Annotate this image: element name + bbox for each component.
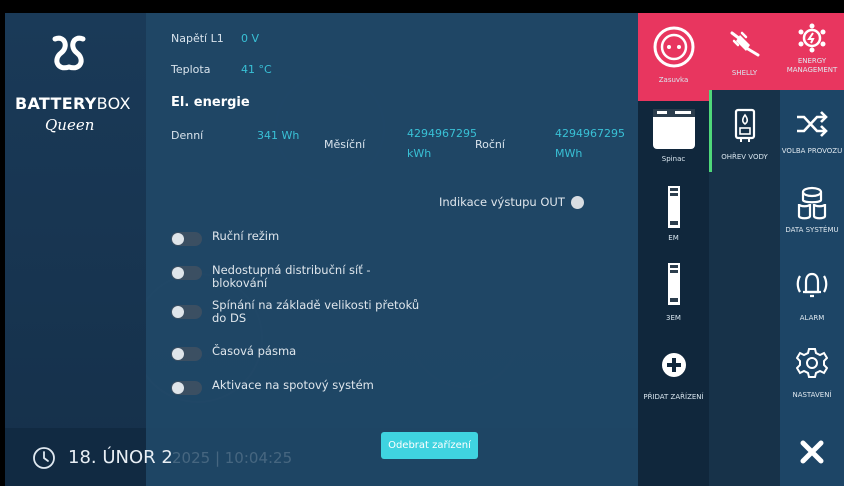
time-text: 2025 | 10:04:25	[172, 449, 293, 467]
batterybox-logo-icon	[52, 35, 86, 71]
device-category-column: SHELLY OHŘEV VODY	[709, 13, 780, 486]
menu-system-data[interactable]: DATA SYSTÉMU	[780, 186, 844, 235]
brand-name: BATTERYBOX	[15, 94, 131, 113]
daily-energy-value: 341 Wh	[257, 129, 300, 142]
plug-icon	[730, 31, 759, 57]
remove-device-button[interactable]: Odebrat zařízení	[381, 432, 478, 459]
toggle-label: Ruční režim	[212, 229, 280, 243]
voltage-label: Napětí L1	[171, 32, 224, 45]
device-tile-em[interactable]: EM	[638, 185, 709, 243]
din-meter-icon	[667, 186, 680, 228]
temperature-label: Teplota	[171, 63, 211, 76]
device-column: Zasuvka Spinac EM 3EM PŘIDAT ZAŘÍZENÍ	[638, 13, 709, 486]
spot-system-toggle[interactable]	[171, 381, 202, 395]
menu-alarm[interactable]: ALARM	[780, 268, 844, 323]
voltage-value: 0 V	[241, 32, 260, 45]
daily-energy-label: Denní	[171, 129, 204, 142]
device-tile-3em[interactable]: 3EM	[638, 262, 709, 323]
device-label: Zasuvka	[658, 76, 689, 84]
yearly-energy-unit: MWh	[555, 147, 583, 160]
time-zones-toggle[interactable]	[171, 347, 202, 361]
category-label: SHELLY	[731, 69, 758, 77]
yearly-energy-value: 4294967295	[555, 127, 625, 140]
out-indicator: Indikace výstupu OUT	[439, 195, 584, 209]
menu-label: DATA SYSTÉMU	[785, 226, 839, 234]
device-label: EM	[668, 234, 679, 242]
device-label: Spinac	[661, 155, 686, 163]
socket-icon	[653, 26, 694, 68]
toggle-row-manual: Ruční režim	[171, 230, 422, 246]
close-icon	[800, 440, 824, 464]
section-title: El. energie	[171, 95, 250, 110]
toggle-row-surplus: Spínání na základě velikosti přetoků do …	[171, 299, 422, 325]
out-indicator-dot	[570, 195, 584, 209]
category-tile-shelly[interactable]: SHELLY	[709, 13, 780, 90]
shuffle-icon	[797, 111, 828, 137]
toggle-label: Nedostupná distribuční síť - blokování	[212, 263, 371, 290]
monthly-energy-label: Měsíční	[324, 138, 366, 151]
menu-label: NASTAVENÍ	[792, 391, 832, 399]
menu-label: ENERGY MANAGEMENT	[786, 57, 838, 74]
out-indicator-label: Indikace výstupu OUT	[439, 195, 565, 209]
menu-label: VOLBA PROVOZU	[781, 147, 843, 155]
monthly-energy-unit: kWh	[407, 147, 432, 160]
menu-settings[interactable]: NASTAVENÍ	[780, 347, 844, 400]
energy-management-icon	[798, 23, 826, 53]
toggle-row-grid-blocking: Nedostupná distribuční síť - blokování	[171, 264, 422, 290]
toggle-row-spot: Aktivace na spotový systém	[171, 379, 422, 395]
surplus-switching-toggle[interactable]	[171, 305, 202, 319]
brand-subtitle: Queen	[45, 116, 95, 134]
brand-panel: BATTERYBOX Queen	[5, 13, 146, 486]
close-button[interactable]	[780, 439, 844, 465]
manual-mode-toggle[interactable]	[171, 232, 202, 246]
grid-blocking-toggle[interactable]	[171, 266, 202, 280]
device-detail-panel: Napětí L1 0 V Teplota 41 °C El. energie …	[146, 13, 638, 486]
temperature-value: 41 °C	[241, 63, 272, 76]
gear-icon	[796, 348, 828, 378]
menu-operation-mode[interactable]: VOLBA PROVOZU	[780, 109, 844, 156]
category-tile-water-heater[interactable]: OHŘEV VODY	[709, 108, 780, 162]
switch-module-icon	[652, 109, 695, 149]
toggle-label: Aktivace na spotový systém	[212, 378, 374, 392]
add-device-button[interactable]: PŘIDAT ZAŘÍZENÍ	[638, 352, 709, 402]
app-screen: BATTERYBOX Queen Napětí L1 0 V Teplota 4…	[5, 13, 844, 486]
water-heater-icon	[734, 108, 755, 142]
category-label: OHŘEV VODY	[721, 153, 768, 161]
toggle-row-time-zones: Časová pásma	[171, 345, 422, 361]
din-meter-icon	[667, 263, 680, 305]
menu-label: ALARM	[799, 314, 825, 322]
device-tile-zasuvka[interactable]: Zasuvka	[638, 13, 709, 101]
device-tile-spinac[interactable]: Spinac	[638, 107, 709, 164]
yearly-energy-label: Roční	[475, 138, 505, 151]
plus-circle-icon	[661, 353, 686, 377]
toggle-label: Spínání na základě velikosti přetoků do …	[212, 298, 420, 325]
toggle-label: Časová pásma	[212, 344, 297, 358]
alarm-bell-icon	[796, 272, 828, 298]
date-text: 18. ÚNOR 2	[68, 447, 173, 468]
device-label: 3EM	[666, 314, 681, 322]
clock-icon	[33, 447, 55, 469]
device-label: PŘIDAT ZAŘÍZENÍ	[643, 393, 704, 401]
monthly-energy-value: 4294967295	[407, 127, 477, 140]
database-icon	[797, 186, 827, 220]
menu-energy-management[interactable]: ENERGY MANAGEMENT	[780, 13, 844, 90]
main-menu: ENERGY MANAGEMENT VOLBA PROVOZU DATA SYS…	[780, 13, 844, 486]
